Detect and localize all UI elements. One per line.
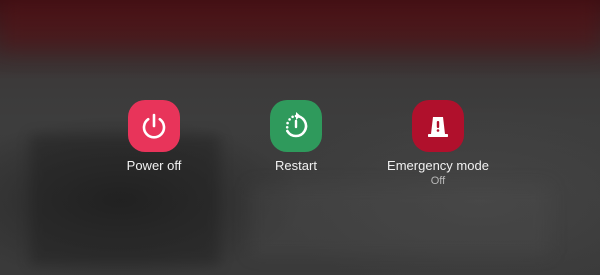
power-menu: Power off Restart Emergency mode Off [0,100,600,200]
power-off-button[interactable]: Power off [84,100,224,174]
emergency-mode-status: Off [430,175,446,187]
background-blur-top [0,0,600,50]
emergency-mode-icon-tile[interactable] [412,100,464,152]
emergency-mode-button[interactable]: Emergency mode Off [368,100,508,188]
restart-label: Restart [275,158,317,173]
restart-button[interactable]: Restart [226,100,366,174]
emergency-light-icon [428,117,448,137]
power-off-label: Power off [126,158,182,173]
restart-icon [285,112,308,138]
power-off-icon-tile[interactable] [128,100,180,152]
restart-icon-tile[interactable] [270,100,322,152]
emergency-mode-label: Emergency mode [387,158,489,173]
power-icon [142,113,166,139]
